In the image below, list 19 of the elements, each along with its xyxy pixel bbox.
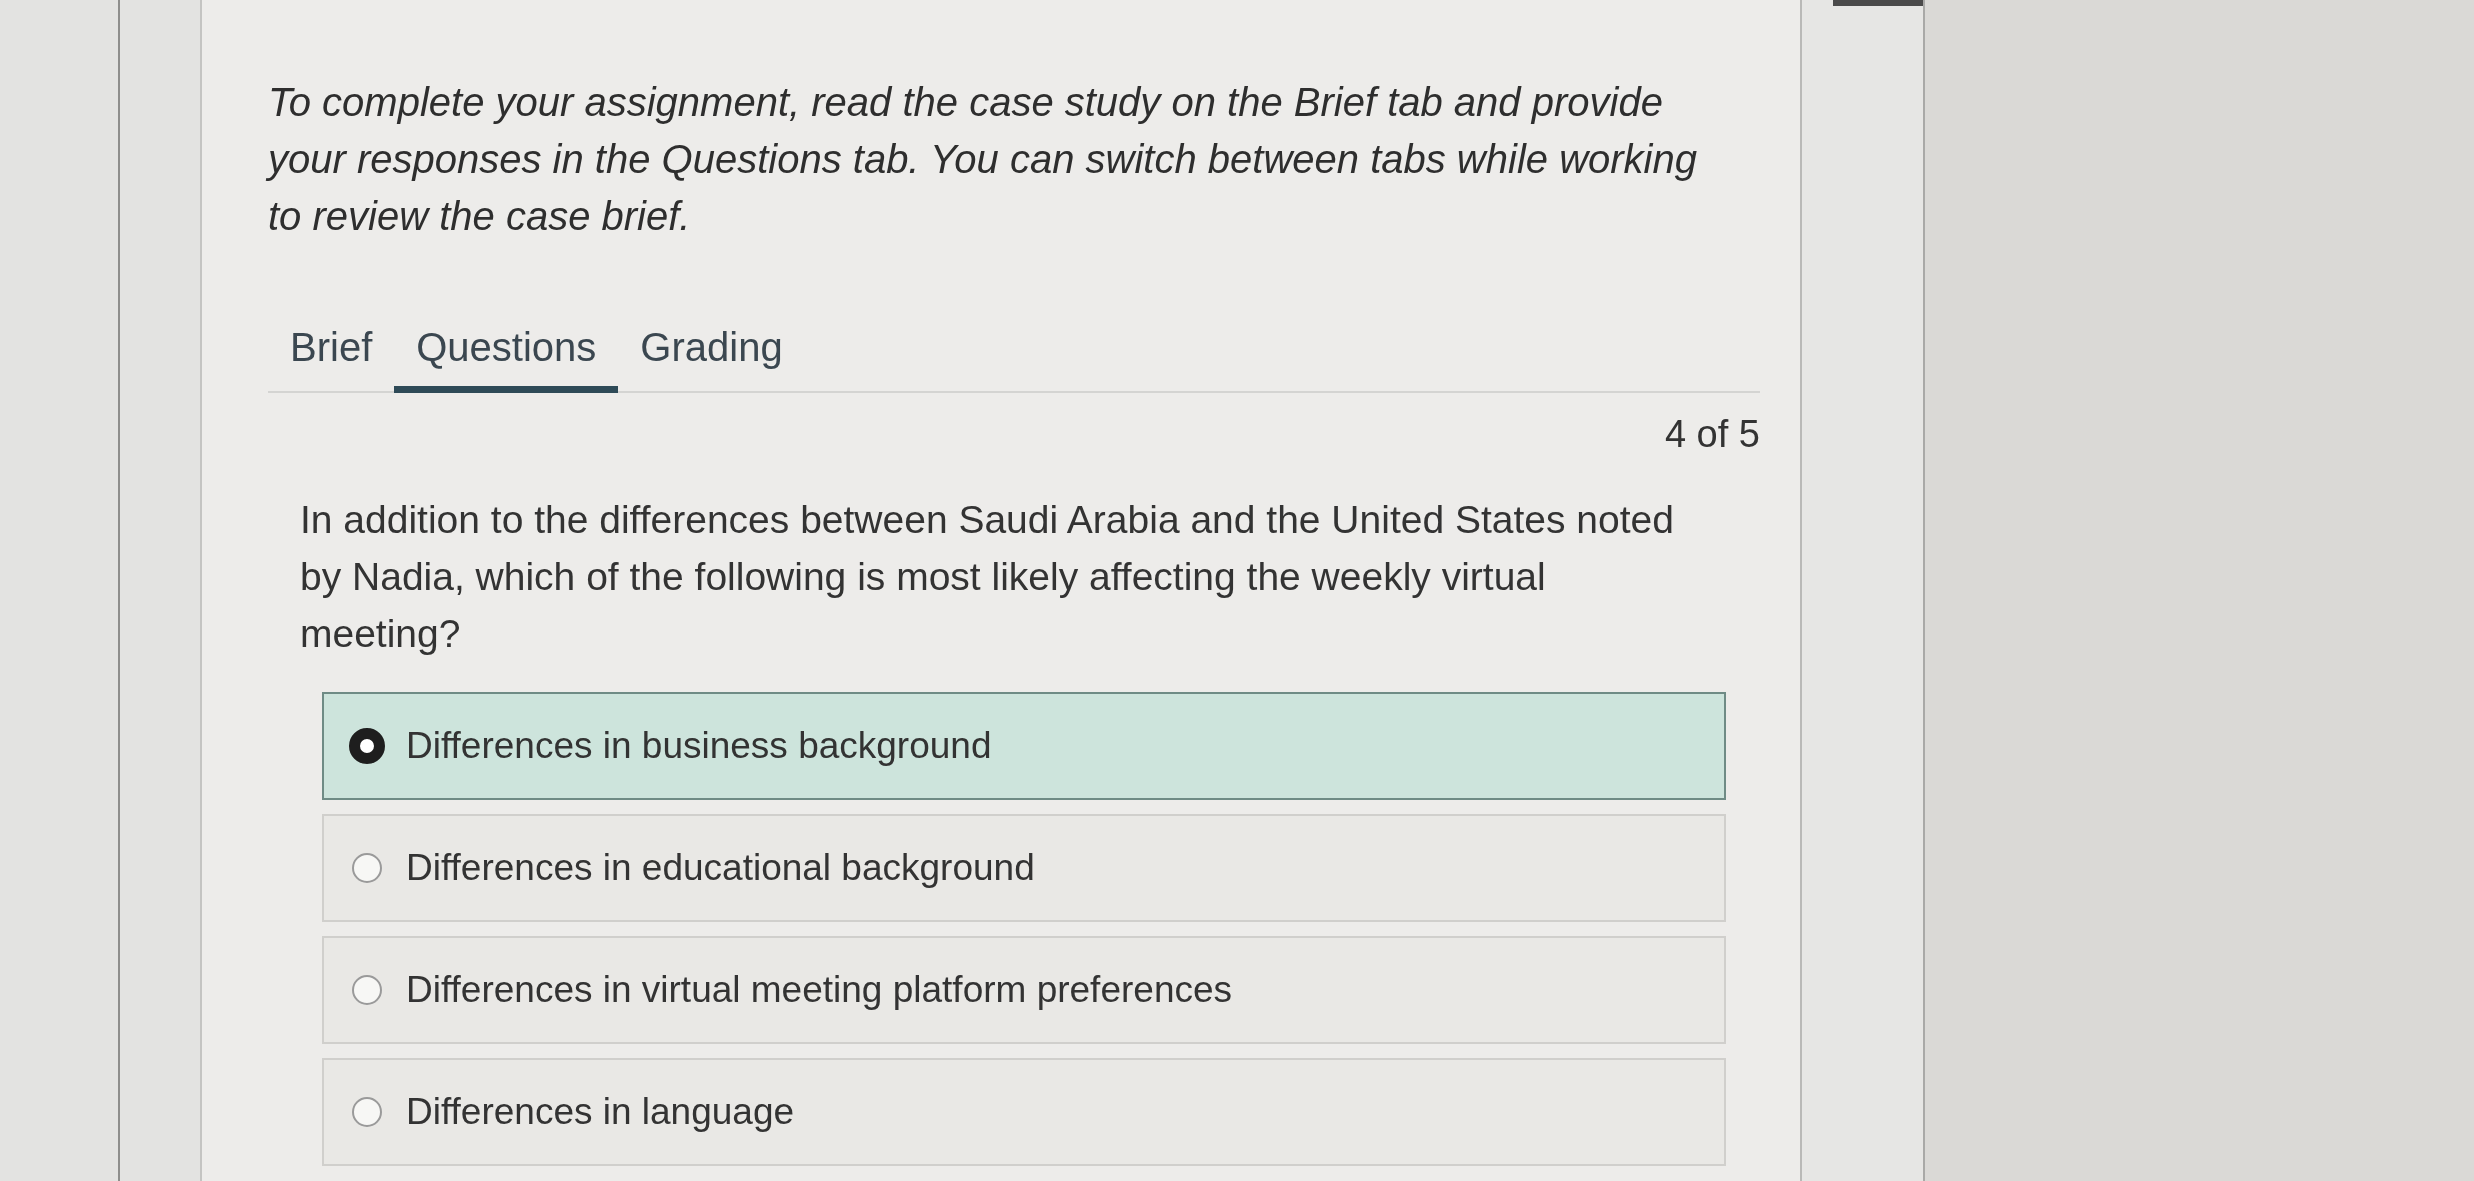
progress-counter: 4 of 5 — [1664, 412, 1760, 457]
radio-button[interactable] — [352, 1097, 382, 1127]
option-label: Differences in virtual meeting platform preferences — [406, 969, 1233, 1011]
tab[interactable]: Questions — [394, 311, 619, 393]
radio-button[interactable] — [349, 728, 385, 764]
tab[interactable]: Grading — [618, 311, 805, 393]
answer-option[interactable]: Differences in educational background — [322, 814, 1726, 922]
radio-button[interactable] — [352, 975, 382, 1005]
answer-option[interactable]: Differences in business background — [322, 692, 1726, 800]
radio-button[interactable] — [352, 853, 382, 883]
option-label: Differences in language — [406, 1091, 795, 1133]
question-text: In addition to the differences between Saudi Arabia and the United States noted by Nadia, which of the following is most likely affecting the weekly virtual meeting? — [300, 497, 1675, 657]
scrollbar-thumb[interactable] — [1833, 0, 1923, 6]
intro-text: To complete your assignment, read the case study on the Brief tab and provide your responses in the Questions tab. You can switch between tabs while working to review the case brief. — [268, 79, 1698, 240]
answer-option[interactable]: Differences in language — [322, 1058, 1726, 1166]
answer-option[interactable]: Differences in virtual meeting platform preferences — [322, 936, 1726, 1044]
option-label: Differences in educational background — [406, 847, 1035, 889]
option-label: Differences in business background — [406, 725, 992, 767]
tab[interactable]: Brief — [268, 311, 395, 393]
